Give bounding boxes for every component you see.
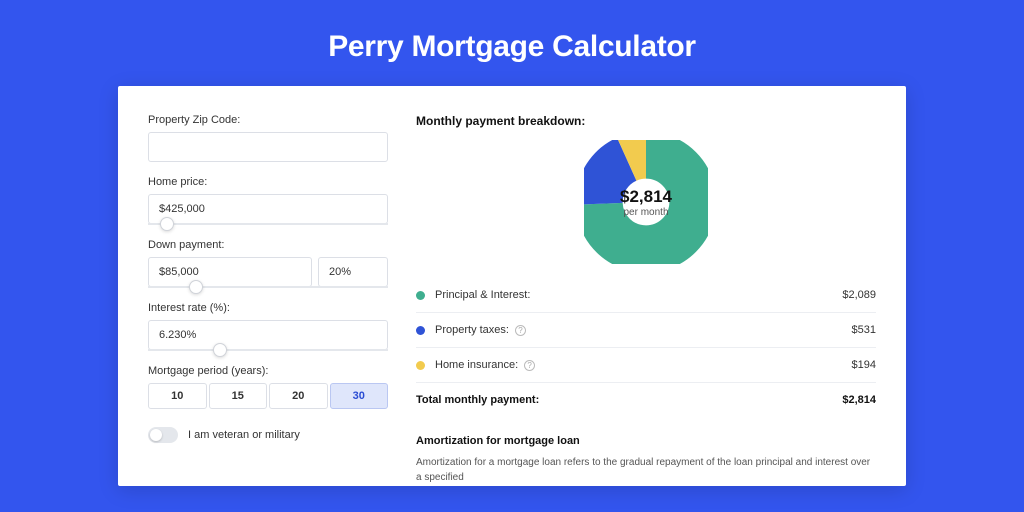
interest-rate-input[interactable] <box>148 320 388 350</box>
info-icon[interactable]: ? <box>515 325 526 336</box>
interest-rate-label: Interest rate (%): <box>148 302 388 314</box>
legend-value: $2,089 <box>842 289 876 301</box>
legend-dot-icon <box>416 326 425 335</box>
donut-amount: $2,814 <box>620 187 672 207</box>
legend-value: $194 <box>852 359 876 371</box>
veteran-toggle[interactable] <box>148 427 178 443</box>
interest-rate-field: Interest rate (%): <box>148 302 388 351</box>
donut-chart-wrap: $2,814 per month <box>416 140 876 264</box>
legend-dot-icon <box>416 291 425 300</box>
legend-label: Property taxes:? <box>435 324 852 336</box>
breakdown-column: Monthly payment breakdown: $2,814 per mo… <box>416 114 876 458</box>
inputs-column: Property Zip Code: Home price: Down paym… <box>148 114 388 458</box>
legend-dot-icon <box>416 361 425 370</box>
down-payment-label: Down payment: <box>148 239 388 251</box>
legend-value: $531 <box>852 324 876 336</box>
amortization-title: Amortization for mortgage loan <box>416 435 876 447</box>
mortgage-period-label: Mortgage period (years): <box>148 365 388 377</box>
zip-field: Property Zip Code: <box>148 114 388 162</box>
home-price-label: Home price: <box>148 176 388 188</box>
period-option-10[interactable]: 10 <box>148 383 207 409</box>
donut-center: $2,814 per month <box>584 140 708 264</box>
period-option-15[interactable]: 15 <box>209 383 268 409</box>
home-price-field: Home price: <box>148 176 388 225</box>
legend-list: Principal & Interest:$2,089Property taxe… <box>416 278 876 383</box>
total-row: Total monthly payment: $2,814 <box>416 383 876 417</box>
down-payment-pct-input[interactable] <box>318 257 388 287</box>
veteran-toggle-label: I am veteran or military <box>188 429 300 441</box>
info-icon[interactable]: ? <box>524 360 535 371</box>
legend-row-insurance: Home insurance:?$194 <box>416 348 876 383</box>
donut-chart: $2,814 per month <box>584 140 708 264</box>
zip-label: Property Zip Code: <box>148 114 388 126</box>
page-title: Perry Mortgage Calculator <box>328 30 696 64</box>
home-price-slider-thumb[interactable] <box>160 217 174 231</box>
donut-sub: per month <box>623 207 668 218</box>
down-payment-slider[interactable] <box>148 286 388 288</box>
zip-input[interactable] <box>148 132 388 162</box>
home-price-slider[interactable] <box>148 223 388 225</box>
total-label: Total monthly payment: <box>416 394 842 406</box>
interest-rate-slider-thumb[interactable] <box>213 343 227 357</box>
breakdown-title: Monthly payment breakdown: <box>416 114 876 128</box>
down-payment-slider-thumb[interactable] <box>189 280 203 294</box>
interest-rate-slider[interactable] <box>148 349 388 351</box>
period-option-30[interactable]: 30 <box>330 383 389 409</box>
down-payment-field: Down payment: <box>148 239 388 288</box>
legend-label: Home insurance:? <box>435 359 852 371</box>
down-payment-amount-input[interactable] <box>148 257 312 287</box>
veteran-toggle-row: I am veteran or military <box>148 427 388 443</box>
mortgage-period-segmented: 10152030 <box>148 383 388 409</box>
calculator-panel: Property Zip Code: Home price: Down paym… <box>118 86 906 486</box>
mortgage-period-field: Mortgage period (years): 10152030 <box>148 365 388 409</box>
legend-label: Principal & Interest: <box>435 289 842 301</box>
legend-row-taxes: Property taxes:?$531 <box>416 313 876 348</box>
legend-row-pi: Principal & Interest:$2,089 <box>416 278 876 313</box>
total-value: $2,814 <box>842 394 876 406</box>
period-option-20[interactable]: 20 <box>269 383 328 409</box>
amortization-body: Amortization for a mortgage loan refers … <box>416 455 876 485</box>
toggle-knob <box>150 429 162 441</box>
home-price-input[interactable] <box>148 194 388 224</box>
